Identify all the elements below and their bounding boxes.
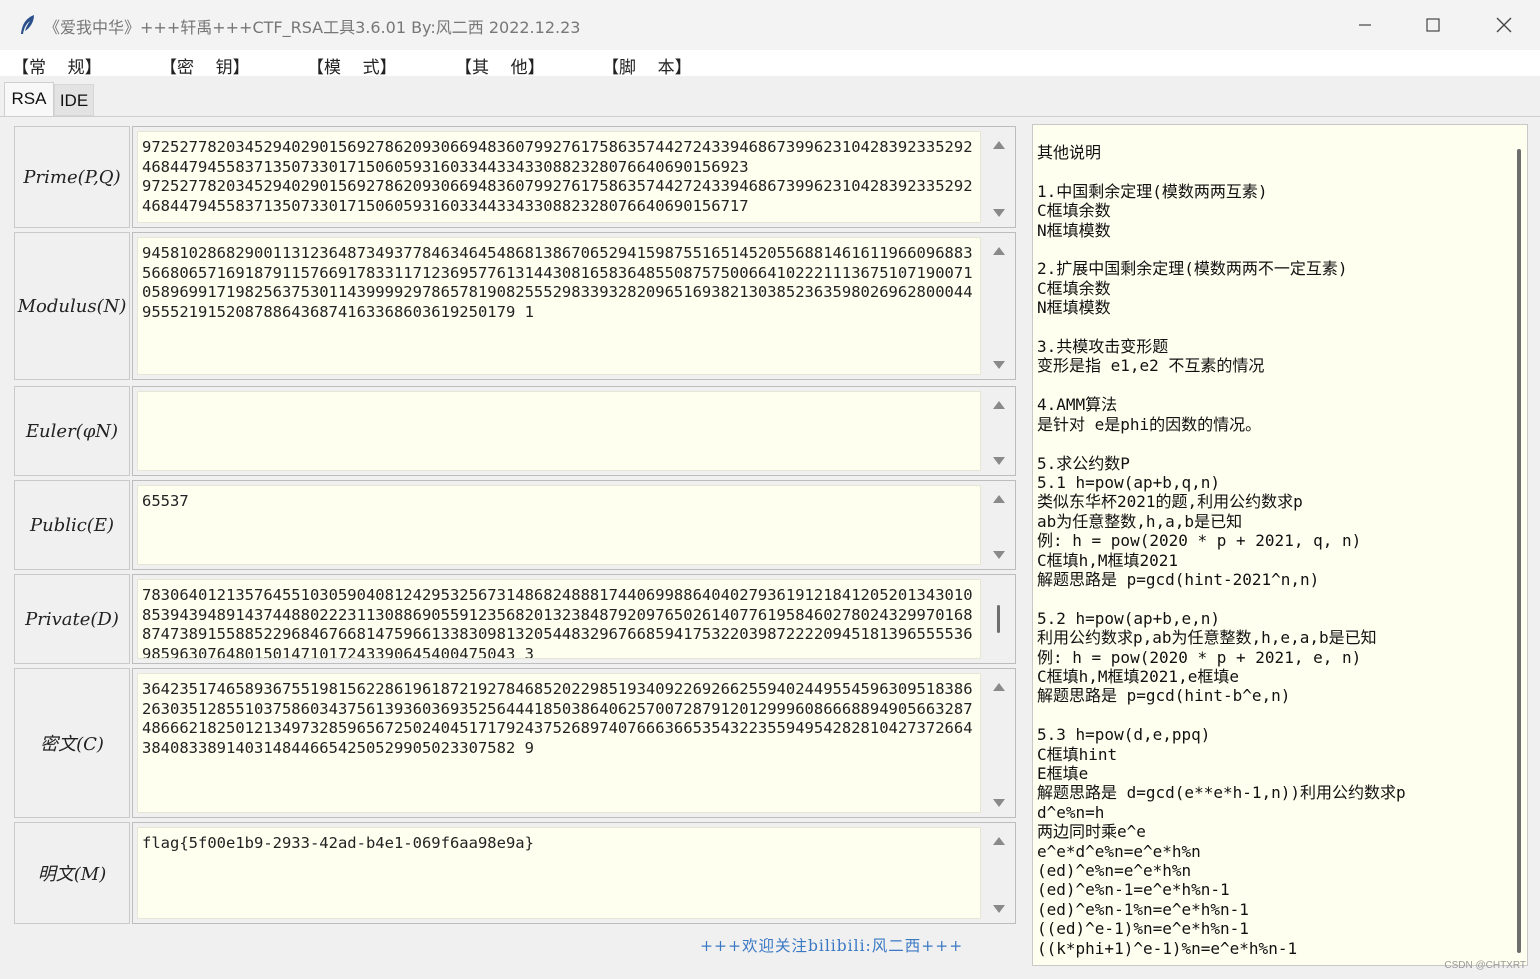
- plain-textarea[interactable]: flag{5f00e1b9-2933-42ad-b4e1-069f6aa98e9…: [137, 827, 981, 919]
- plain-row: 明文(M) flag{5f00e1b9-2933-42ad-b4e1-069f6…: [14, 822, 1016, 924]
- modulus-label: Modulus(N): [14, 232, 130, 380]
- private-label: Private(D): [14, 574, 130, 664]
- public-textarea[interactable]: 65537: [137, 485, 981, 565]
- cipher-scrollbar[interactable]: [983, 669, 1015, 817]
- scroll-up-icon[interactable]: [993, 837, 1005, 845]
- notes-text: 其他说明 1.中国剩余定理(模数两两互素) C框填余数 N框填模数 2.扩展中国…: [1037, 143, 1406, 958]
- window-title: 《爱我中华》+++轩禹+++CTF_RSA工具3.6.01 By:风二西 202…: [44, 18, 581, 37]
- footer-credit: +++欢迎关注bilibili:风二西+++: [700, 937, 964, 955]
- public-scrollbar[interactable]: [983, 481, 1015, 569]
- scroll-down-icon[interactable]: [993, 551, 1005, 559]
- menu-script[interactable]: 【脚 本】: [602, 53, 692, 78]
- private-scrollbar[interactable]: [983, 575, 1015, 663]
- tab-ide[interactable]: IDE: [54, 84, 94, 116]
- modulus-textarea[interactable]: 9458102868290011312364873493778463464548…: [137, 237, 981, 375]
- scroll-down-icon[interactable]: [993, 457, 1005, 465]
- scroll-down-icon[interactable]: [993, 361, 1005, 369]
- menu-key[interactable]: 【密 钥】: [160, 53, 250, 78]
- plain-box: flag{5f00e1b9-2933-42ad-b4e1-069f6aa98e9…: [132, 822, 1016, 924]
- modulus-box: 9458102868290011312364873493778463464548…: [132, 232, 1016, 380]
- maximize-button[interactable]: [1398, 0, 1468, 50]
- euler-box: [132, 386, 1016, 476]
- scroll-up-icon[interactable]: [993, 683, 1005, 691]
- euler-scrollbar[interactable]: [983, 387, 1015, 475]
- private-box: 7830640121357645510305904081242953256731…: [132, 574, 1016, 664]
- prime-box: 9725277820345294029015692786209306694836…: [132, 126, 1016, 228]
- private-row: Private(D) 78306401213576455103059040812…: [14, 574, 1016, 664]
- modulus-scrollbar[interactable]: [983, 233, 1015, 379]
- close-button[interactable]: [1469, 0, 1539, 50]
- scroll-down-icon[interactable]: [993, 799, 1005, 807]
- private-scroll-thumb[interactable]: [997, 605, 1000, 633]
- menu-general[interactable]: 【常 规】: [12, 53, 102, 78]
- feather-icon: [21, 15, 34, 34]
- menu-mode[interactable]: 【模 式】: [307, 53, 397, 78]
- scroll-down-icon[interactable]: [993, 209, 1005, 217]
- scroll-up-icon[interactable]: [993, 495, 1005, 503]
- scroll-up-icon[interactable]: [993, 401, 1005, 409]
- tab-divider: [0, 116, 1540, 117]
- cipher-box: 3642351746589367551981562286196187219278…: [132, 668, 1016, 818]
- cipher-row: 密文(C) 3642351746589367551981562286196187…: [14, 668, 1016, 818]
- scroll-down-icon[interactable]: [993, 905, 1005, 913]
- maximize-icon: [1426, 18, 1440, 32]
- menu-bar: 【常 规】 【密 钥】 【模 式】 【其 他】 【脚 本】: [0, 50, 1540, 78]
- prime-row: Prime(P,Q) 97252778203452940290156927862…: [14, 126, 1016, 228]
- cipher-textarea[interactable]: 3642351746589367551981562286196187219278…: [137, 673, 981, 813]
- plain-label: 明文(M): [14, 822, 130, 924]
- public-label: Public(E): [14, 480, 130, 570]
- title-bar: 《爱我中华》+++轩禹+++CTF_RSA工具3.6.01 By:风二西 202…: [0, 0, 1540, 51]
- public-box: 65537: [132, 480, 1016, 570]
- modulus-row: Modulus(N) 94581028682900113123648734937…: [14, 232, 1016, 380]
- minimize-button[interactable]: [1330, 0, 1400, 50]
- euler-label: Euler(φN): [14, 386, 130, 476]
- prime-textarea[interactable]: 9725277820345294029015692786209306694836…: [137, 131, 981, 223]
- plain-scrollbar[interactable]: [983, 823, 1015, 923]
- prime-label: Prime(P,Q): [14, 126, 130, 228]
- menu-other[interactable]: 【其 他】: [455, 53, 545, 78]
- cipher-label: 密文(C): [14, 668, 130, 818]
- public-row: Public(E) 65537: [14, 480, 1016, 570]
- euler-row: Euler(φN): [14, 386, 1016, 476]
- watermark: CSDN @CHTXRT: [1444, 960, 1526, 971]
- private-textarea[interactable]: 7830640121357645510305904081242953256731…: [137, 579, 981, 659]
- close-icon: [1496, 17, 1512, 33]
- scroll-up-icon[interactable]: [993, 247, 1005, 255]
- scroll-up-icon[interactable]: [993, 141, 1005, 149]
- notes-panel[interactable]: 其他说明 1.中国剩余定理(模数两两互素) C框填余数 N框填模数 2.扩展中国…: [1032, 124, 1528, 966]
- prime-scrollbar[interactable]: [983, 127, 1015, 227]
- tab-rsa[interactable]: RSA: [4, 82, 54, 116]
- notes-scroll-thumb[interactable]: [1517, 149, 1521, 953]
- minimize-icon: [1359, 24, 1371, 26]
- euler-textarea[interactable]: [137, 391, 981, 471]
